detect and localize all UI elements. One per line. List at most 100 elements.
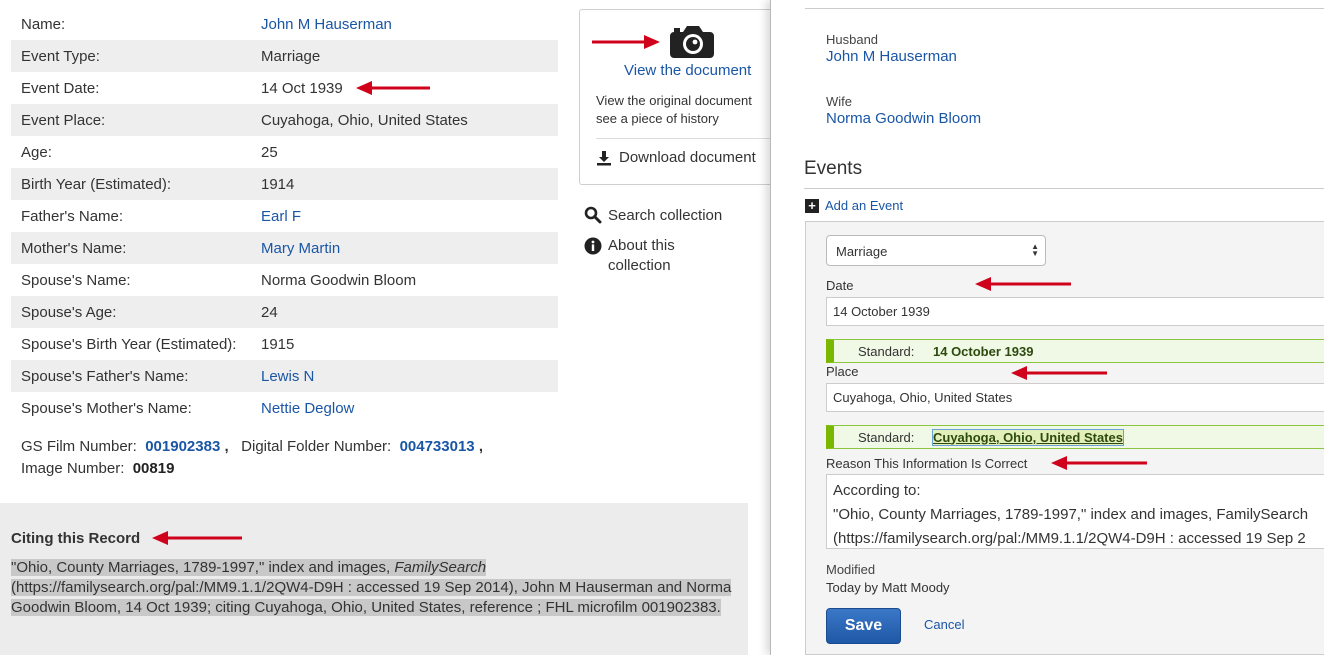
place-label: Place [826, 364, 859, 379]
record-field-label: Spouse's Name: [21, 271, 131, 289]
annotation-arrow-reason [1051, 456, 1147, 470]
reason-line1: According to: [833, 482, 921, 499]
image-number-label: Image Number: [21, 460, 125, 477]
digital-folder-label: Digital Folder Number: [241, 438, 392, 455]
citation-text-part1: "Ohio, County Marriages, 1789-1997," ind… [11, 559, 395, 576]
record-row: Father's Name: Earl F [11, 200, 558, 232]
record-row: Mother's Name: Mary Martin [11, 232, 558, 264]
record-field-link[interactable]: Mary Martin [261, 240, 340, 257]
document-desc-line1: View the original document [596, 93, 752, 108]
cancel-link[interactable]: Cancel [924, 617, 964, 632]
record-field-label: Name: [21, 15, 66, 33]
download-document-button[interactable]: Download document [596, 149, 756, 166]
events-divider [804, 188, 1324, 189]
record-field-label: Event Place: [21, 111, 106, 129]
search-collection-label: Search collection [608, 206, 723, 224]
panel-top-divider [805, 8, 1324, 9]
wife-label: Wife [826, 94, 852, 109]
camera-icon[interactable] [668, 24, 716, 60]
record-field-label: Spouse's Age: [21, 303, 117, 321]
record-row: Spouse's Name: Norma Goodwin Bloom [11, 264, 558, 296]
record-field-label: Event Type: [21, 47, 100, 65]
event-type-select[interactable]: Marriage ▲ ▼ [826, 235, 1046, 266]
about-collection-line2: collection [608, 257, 671, 274]
record-field-link[interactable]: Earl F [261, 208, 301, 225]
info-icon [584, 237, 602, 255]
plus-icon: + [805, 198, 819, 213]
reason-label: Reason This Information Is Correct [826, 456, 1028, 471]
record-field-value: Marriage [261, 47, 321, 65]
reason-line3: (https://familysearch.org/pal:/MM9.1.1/2… [833, 530, 1306, 547]
record-field-value: Cuyahoga, Ohio, United States [261, 111, 468, 129]
place-standard-bar: Standard: Cuyahoga, Ohio, United States [826, 425, 1324, 449]
record-row: Event Type: Marriage [11, 40, 558, 72]
record-field-value: 1914 [261, 175, 295, 193]
event-type-value: Marriage [836, 244, 888, 259]
citation-text-part2: (https://familysearch.org/pal:/MM9.1.1/2… [11, 579, 732, 616]
image-number: 00819 [132, 460, 175, 477]
place-input[interactable]: Cuyahoga, Ohio, United States [826, 383, 1324, 412]
document-description: View the original document see a piece o… [596, 92, 781, 128]
gs-film-label: GS Film Number: [21, 438, 137, 455]
annotation-arrow-event-date [356, 81, 430, 95]
citation-title: Citing this Record [11, 530, 141, 547]
document-desc-line2: see a piece of history [596, 111, 719, 126]
record-field-value: Norma Goodwin Bloom [261, 271, 417, 289]
events-heading: Events [804, 158, 863, 179]
annotation-arrow-place [1011, 366, 1107, 380]
record-row: Age: 25 [11, 136, 558, 168]
record-field-label: Mother's Name: [21, 239, 127, 257]
place-input-value: Cuyahoga, Ohio, United States [833, 390, 1013, 405]
digital-folder-number[interactable]: 004733013 [400, 438, 475, 455]
download-icon [597, 150, 611, 165]
husband-label: Husband [826, 32, 879, 47]
record-row: Event Date: 14 Oct 1939 [11, 72, 558, 104]
record-field-link[interactable]: Lewis N [261, 368, 314, 385]
search-collection-link[interactable]: Search collection [584, 206, 722, 224]
date-standard-label: Standard: [858, 343, 915, 359]
view-document-link[interactable]: View the document [624, 62, 751, 79]
record-field-label: Birth Year (Estimated): [21, 175, 172, 193]
record-pane: Name: John M Hauserman Event Type: Marriage… [0, 0, 780, 655]
place-standard-label: Standard: [858, 429, 915, 445]
modified-value: Today by Matt Moody [826, 580, 950, 595]
record-field-link[interactable]: Nettie Deglow [261, 400, 354, 417]
date-label: Date [826, 278, 854, 293]
husband-name-link[interactable]: John M Hauserman [826, 48, 957, 65]
document-divider [596, 138, 780, 139]
record-field-link[interactable]: John M Hauserman [261, 16, 392, 33]
about-collection-link[interactable]: About this collection [584, 236, 675, 276]
record-field-label: Spouse's Birth Year (Estimated): [21, 335, 237, 353]
citation-text-italic: FamilySearch [394, 559, 487, 576]
record-field-label: Event Date: [21, 79, 100, 97]
place-standard-value[interactable]: Cuyahoga, Ohio, United States [932, 428, 1124, 446]
citation-section: Citing this Record "Ohio, County Marriag… [0, 503, 748, 655]
save-button[interactable]: Save [826, 608, 901, 644]
record-row: Spouse's Mother's Name: Nettie Deglow [11, 392, 558, 424]
search-icon [584, 206, 602, 224]
record-field-label: Spouse's Father's Name: [21, 367, 189, 385]
citation-text: "Ohio, County Marriages, 1789-1997," ind… [11, 558, 733, 618]
wife-name-link[interactable]: Norma Goodwin Bloom [826, 110, 981, 127]
gs-film-number[interactable]: 001902383 [145, 438, 220, 455]
date-standard-value[interactable]: 14 October 1939 [933, 344, 1033, 359]
record-row: Spouse's Birth Year (Estimated): 1915 [11, 328, 558, 360]
record-row: Birth Year (Estimated): 1914 [11, 168, 558, 200]
record-row: Name: John M Hauserman [11, 8, 558, 40]
date-input[interactable]: 14 October 1939 [826, 297, 1324, 326]
record-field-label: Spouse's Mother's Name: [21, 399, 192, 417]
select-caret-icon: ▲ ▼ [1031, 242, 1039, 258]
record-field-value: 25 [261, 143, 278, 161]
record-row: Event Place: Cuyahoga, Ohio, United State… [11, 104, 558, 136]
reason-line2: "Ohio, County Marriages, 1789-1997," ind… [833, 506, 1309, 523]
annotation-arrow-citation [152, 531, 242, 545]
record-field-label: Age: [21, 143, 52, 161]
record-row: Spouse's Age: 24 [11, 296, 558, 328]
record-field-label: Father's Name: [21, 207, 124, 225]
film-info: GS Film Number: 001902383 , Digital Fold… [21, 438, 483, 477]
edit-relationship-panel: Husband John M Hauserman Wife Norma Good… [770, 0, 1324, 655]
add-event-button[interactable]: + Add an Event [805, 198, 903, 213]
reason-textarea[interactable]: According to: "Ohio, County Marriages, 1… [826, 474, 1324, 549]
annotation-arrow-view-document [592, 35, 660, 49]
record-row: Spouse's Father's Name: Lewis N [11, 360, 558, 392]
